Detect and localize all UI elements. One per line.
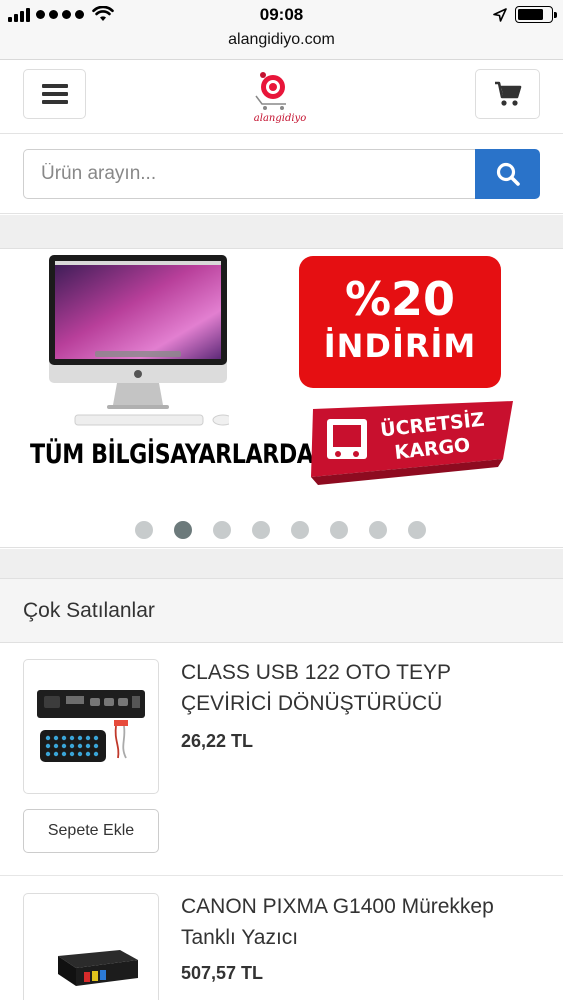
section-title: Çok Satılanlar — [0, 579, 563, 643]
site-logo[interactable]: alangidiyo — [250, 66, 310, 128]
product-card: CANON PIXMA G1400 Mürekkep Tanklı Yazıcı… — [0, 877, 563, 1000]
carousel-dot[interactable] — [252, 521, 270, 539]
menu-button[interactable] — [23, 69, 86, 119]
status-bar: 09:08 alangidiyo.com — [0, 0, 563, 60]
carousel-dot[interactable] — [408, 521, 426, 539]
carousel-dot[interactable] — [291, 521, 309, 539]
discount-label: İNDİRİM — [323, 327, 477, 365]
best-sellers-section: Çok Satılanlar CLASS USB 122 OTO TEYP ÇE… — [0, 578, 563, 1000]
free-shipping-badge: ÜCRETSİZ KARGO — [311, 401, 513, 485]
cart-icon — [494, 81, 521, 106]
section-gap — [0, 215, 563, 248]
printer-image — [58, 950, 138, 986]
search-button[interactable] — [475, 149, 540, 199]
product-title[interactable]: CANON PIXMA G1400 Mürekkep Tanklı Yazıcı — [181, 891, 541, 953]
add-to-cart-button[interactable]: Sepete Ekle — [23, 809, 159, 853]
logo-text: alangidiyo — [254, 113, 306, 124]
discount-badge: %20 İNDİRİM — [299, 256, 501, 388]
search-input[interactable] — [23, 149, 475, 199]
carousel-indicators — [135, 521, 426, 539]
location-arrow-icon — [493, 7, 507, 22]
carousel-dot[interactable] — [330, 521, 348, 539]
status-time: 09:08 — [259, 5, 304, 24]
product-card: CLASS USB 122 OTO TEYP ÇEVİRİCİ DÖNÜŞTÜR… — [0, 643, 563, 876]
computer-image — [49, 255, 229, 426]
product-price: 26,22 TL — [181, 731, 254, 751]
banner-caption: TÜM BİLGİSAYARLARDA — [30, 439, 314, 470]
status-right — [493, 6, 557, 23]
site-header: alangidiyo — [0, 60, 563, 134]
carousel-dot[interactable] — [369, 521, 387, 539]
discount-percent: %20 — [344, 272, 456, 326]
carousel-dot[interactable] — [213, 521, 231, 539]
hamburger-menu-icon — [41, 84, 68, 104]
product-title[interactable]: CLASS USB 122 OTO TEYP ÇEVİRİCİ DÖNÜŞTÜR… — [181, 657, 541, 719]
product-image[interactable] — [23, 659, 159, 794]
product-image[interactable] — [23, 893, 159, 1000]
address-bar-url[interactable]: alangidiyo.com — [0, 31, 563, 49]
car-stereo-module-image — [37, 690, 145, 762]
product-price: 507,57 TL — [181, 963, 264, 983]
carousel-dot-active[interactable] — [174, 521, 192, 539]
cart-button[interactable] — [475, 69, 540, 119]
section-gap — [0, 549, 563, 578]
search-icon — [496, 162, 520, 186]
battery-icon — [515, 6, 557, 23]
search-bar — [0, 134, 563, 214]
carousel-dot[interactable] — [135, 521, 153, 539]
promo-banner[interactable]: TÜM BİLGİSAYARLARDA %20 İNDİRİM ÜCRETSİZ… — [0, 248, 563, 548]
